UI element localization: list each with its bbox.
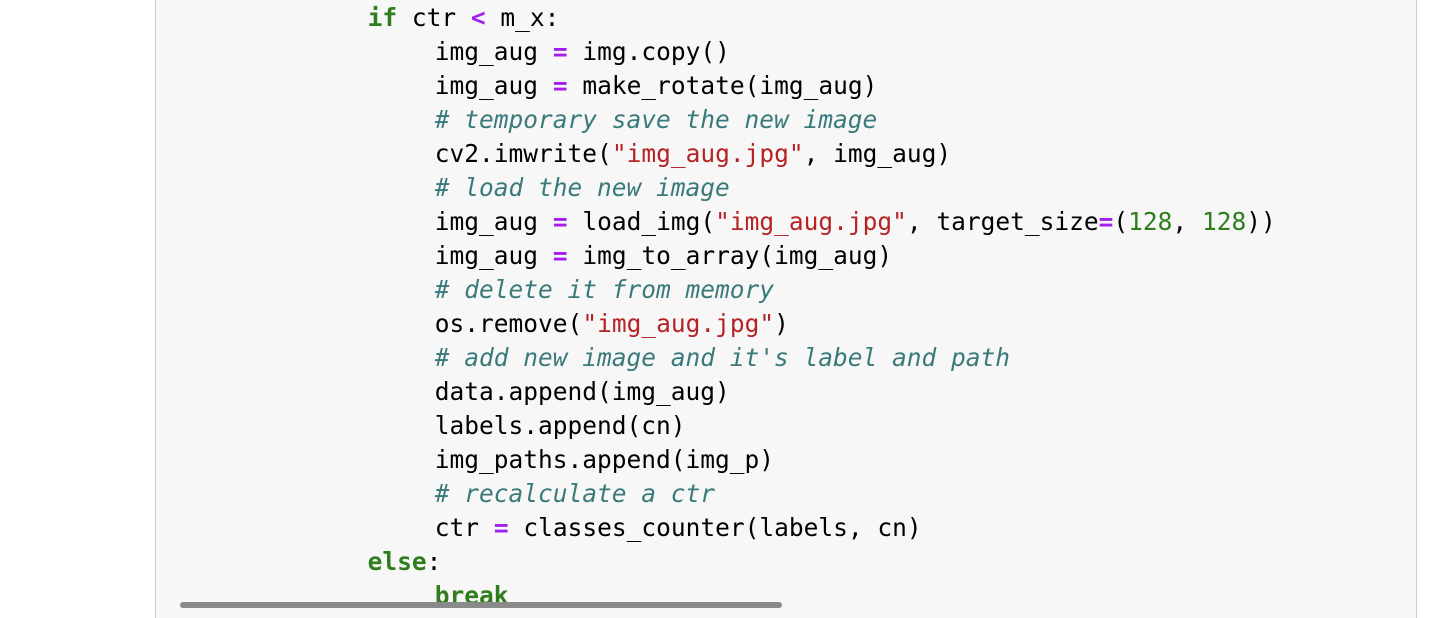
code-line: img_aug = load_img("img_aug.jpg", target… [435, 205, 1276, 239]
comment-token: # add new image and it's label and path [434, 343, 1011, 372]
code-token: img_aug [434, 71, 553, 100]
code-line: img_aug = img_to_array(img_aug) [435, 239, 892, 273]
comment-token: # delete it from memory [434, 275, 775, 304]
code-token: , target_size [906, 207, 1099, 236]
code-token: classes_counter(labels, cn) [508, 513, 922, 542]
operator-token: = [552, 207, 568, 236]
code-token: , img_aug) [803, 139, 952, 168]
operator-token: = [1098, 207, 1114, 236]
string-token: "img_aug.jpg" [715, 207, 907, 236]
code-line: if ctr < m_x: [368, 1, 560, 35]
code-token: )) [1246, 207, 1276, 236]
string-token: "img_aug.jpg" [611, 139, 804, 168]
number-token: 128 [1201, 207, 1247, 236]
code-line: labels.append(cn) [435, 409, 686, 443]
code-token: img_to_array(img_aug) [567, 241, 893, 270]
code-token: img_aug [434, 37, 553, 66]
code-token: labels.append(cn) [434, 411, 686, 440]
keyword-token: if [367, 3, 398, 32]
code-line: # temporary save the new image [435, 103, 878, 137]
code-line: # load the new image [435, 171, 730, 205]
code-token: ctr [397, 3, 471, 32]
keyword-token: else [367, 547, 427, 576]
comment-token: # load the new image [434, 173, 730, 202]
string-token: "img_aug.jpg" [582, 309, 775, 338]
code-token: : [426, 547, 442, 576]
operator-token: < [470, 3, 486, 32]
code-line: img_paths.append(img_p) [435, 443, 774, 477]
code-token: img_aug [434, 207, 553, 236]
code-token: img_paths.append(img_p) [434, 445, 775, 474]
code-token: img_aug [434, 241, 553, 270]
code-line: else: [368, 545, 442, 579]
operator-token: = [552, 71, 568, 100]
code-token: cv2.imwrite( [434, 139, 612, 168]
code-line: data.append(img_aug) [435, 375, 730, 409]
code-token: , [1172, 207, 1202, 236]
operator-token: = [552, 241, 568, 270]
code-token: ) [774, 309, 789, 338]
code-line: ctr = classes_counter(labels, cn) [435, 511, 922, 545]
comment-token: # temporary save the new image [434, 105, 878, 134]
code-line: # recalculate a ctr [435, 477, 715, 511]
code-line: os.remove("img_aug.jpg") [435, 307, 789, 341]
code-line: img_aug = img.copy() [435, 35, 730, 69]
code-token: data.append(img_aug) [434, 377, 730, 406]
code-line: # add new image and it's label and path [435, 341, 1010, 375]
operator-token: = [493, 513, 509, 542]
code-line: # delete it from memory [435, 273, 774, 307]
comment-token: # recalculate a ctr [434, 479, 716, 508]
code-token: make_rotate(img_aug) [567, 71, 878, 100]
code-token: ( [1113, 207, 1129, 236]
operator-token: = [552, 37, 568, 66]
code-token: load_img( [567, 207, 716, 236]
code-token: os.remove( [434, 309, 583, 338]
code-cell[interactable]: if ctr < m_x: img_aug = img.copy() img_aug… [155, 0, 1417, 618]
number-token: 128 [1128, 207, 1173, 236]
code-line: cv2.imwrite("img_aug.jpg", img_aug) [435, 137, 951, 171]
horizontal-scrollbar[interactable] [180, 602, 782, 608]
code-line: img_aug = make_rotate(img_aug) [435, 69, 878, 103]
code-token: m_x: [485, 3, 560, 32]
code-token: ctr [434, 513, 494, 542]
code-token: img.copy() [567, 37, 730, 66]
